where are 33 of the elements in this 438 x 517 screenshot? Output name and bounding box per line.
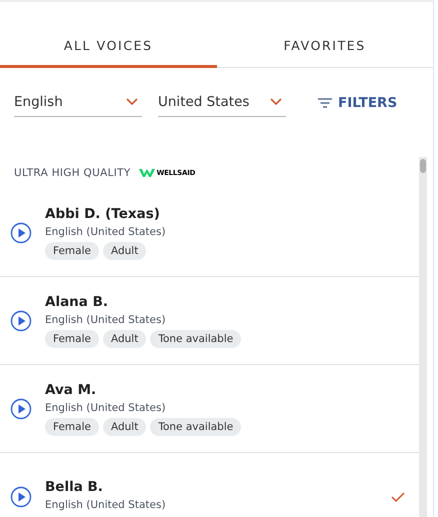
filters-button[interactable]: FILTERS [318, 94, 398, 116]
chevron-down-icon [126, 98, 138, 106]
chevron-down-icon [270, 98, 282, 106]
tab[interactable]: ALL VOICES [0, 32, 216, 68]
voice-language: English (United States) [45, 402, 167, 414]
play-button[interactable] [10, 486, 32, 508]
play-button[interactable] [10, 222, 32, 244]
voice-tag: Tone available [150, 330, 242, 348]
voice-language: English (United States) [45, 226, 167, 238]
voice-name: Alana B. [45, 294, 110, 310]
voice-tag: Female [45, 418, 99, 436]
voice-language: English (United States) [45, 314, 167, 326]
region-dropdown[interactable]: United States [158, 94, 286, 117]
dropdown-value: English [14, 94, 63, 110]
play-button[interactable] [10, 310, 32, 332]
play-button[interactable] [10, 398, 32, 420]
scrollbar[interactable] [419, 157, 427, 517]
voice-name: Abbi D. (Texas) [45, 206, 161, 222]
voice-tag: Female [45, 242, 99, 260]
filter-icon [318, 98, 332, 108]
voice-tag: Female [45, 330, 99, 348]
voice-tag: Adult [102, 418, 146, 436]
voice-tag: Adult [102, 330, 146, 348]
voice-tag: Tone available [150, 418, 242, 436]
tab[interactable]: FAVORITES [216, 32, 433, 68]
voice-name: Ava M. [45, 382, 98, 398]
voice-language: English (United States) [45, 498, 167, 510]
section-title: ULTRA HIGH QUALITY [14, 167, 131, 179]
dropdown-value: United States [158, 94, 250, 110]
language-dropdown[interactable]: English [14, 94, 142, 117]
voice-tag: Adult [102, 242, 146, 260]
logo-icon [138, 169, 155, 177]
voice-name: Bella B. [45, 478, 104, 494]
